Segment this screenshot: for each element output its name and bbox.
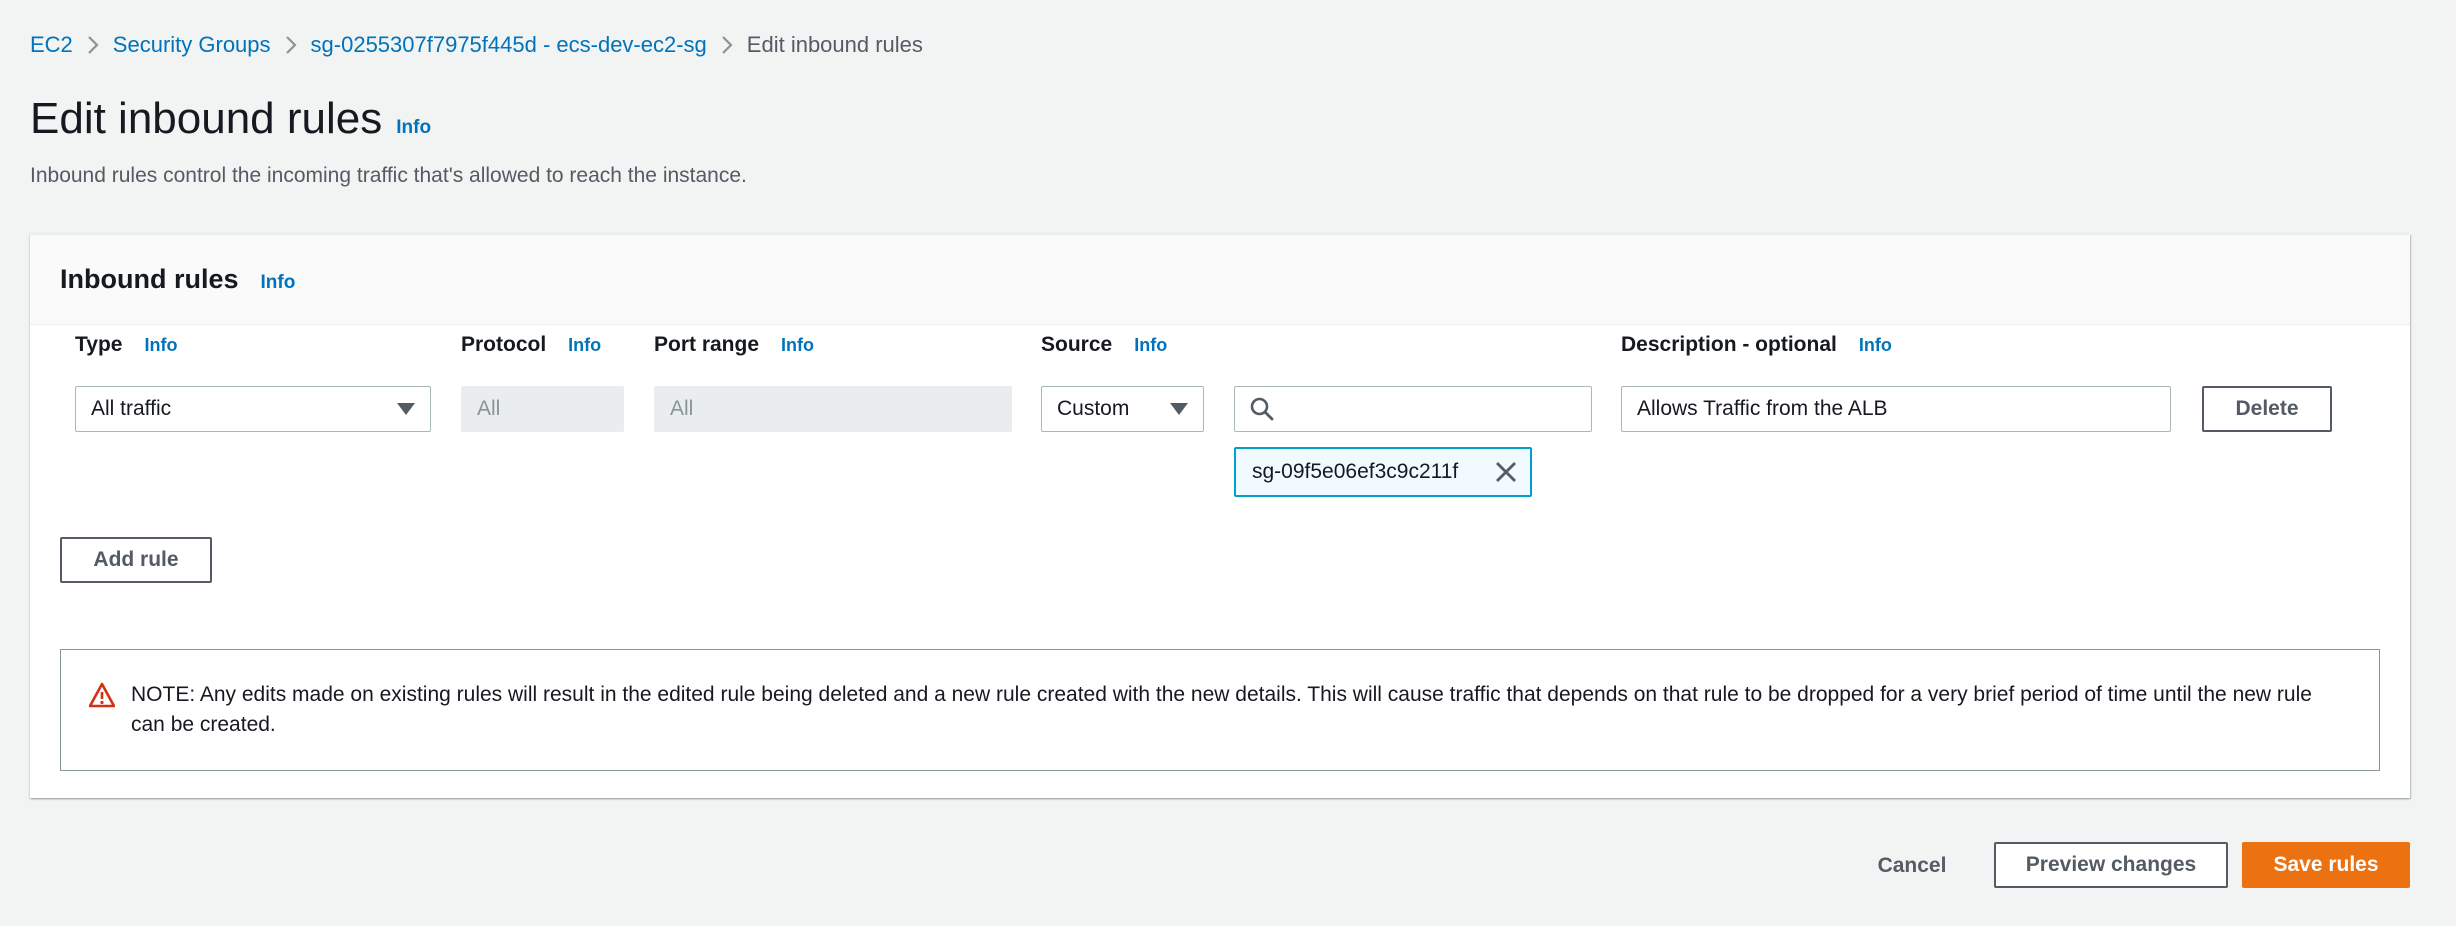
source-column-label: Source Info [1041,333,1168,356]
page-title: Edit inbound rules [30,94,383,143]
breadcrumb-security-group[interactable]: sg-0255307f7975f445d - ecs-dev-ec2-sg [311,30,707,60]
warning-note: NOTE: Any edits made on existing rules w… [60,649,2380,771]
warning-icon [88,682,116,708]
save-rules-button[interactable]: Save rules [2242,842,2410,888]
breadcrumb-ec2[interactable]: EC2 [30,30,73,60]
description-input[interactable]: Allows Traffic from the ALB [1621,386,2171,432]
port-range-column-label: Port range Info [654,333,815,356]
panel-info-link[interactable]: Info [261,272,296,294]
warning-note-text: NOTE: Any edits made on existing rules w… [131,683,2312,736]
breadcrumb-current: Edit inbound rules [746,32,923,57]
breadcrumb: EC2 Security Groups sg-0255307f7975f445d… [30,30,923,60]
panel-title: Inbound rules [60,264,239,294]
chevron-right-icon [271,30,311,60]
port-range-info-link[interactable]: Info [781,335,814,356]
caret-down-icon [397,403,415,415]
source-type-select[interactable]: Custom [1041,386,1204,432]
protocol-field: All [461,386,624,432]
protocol-info-link[interactable]: Info [568,335,601,356]
type-info-link[interactable]: Info [144,335,177,356]
page-description: Inbound rules control the incoming traff… [30,164,747,187]
protocol-column-label: Protocol Info [461,333,602,356]
type-column-label: Type Info [75,333,178,356]
add-rule-button[interactable]: Add rule [60,537,212,583]
type-select[interactable]: All traffic [75,386,431,432]
source-token-label: sg-09f5e06ef3c9c211f [1252,460,1459,483]
inbound-rules-panel: Inbound rules Info Type Info Protocol In… [30,234,2410,798]
port-range-field: All [654,386,1012,432]
caret-down-icon [1170,403,1188,415]
chevron-right-icon [707,30,747,60]
source-info-link[interactable]: Info [1134,335,1167,356]
page-header: Edit inbound rules Info [30,94,431,144]
description-column-label: Description - optional Info [1621,333,1892,356]
chevron-right-icon [73,30,113,60]
page-info-link[interactable]: Info [396,117,431,139]
preview-changes-button[interactable]: Preview changes [1994,842,2228,888]
source-search-input[interactable] [1234,386,1592,432]
search-icon [1249,396,1275,422]
source-token: sg-09f5e06ef3c9c211f [1234,447,1532,497]
delete-rule-button[interactable]: Delete [2202,386,2332,432]
cancel-button[interactable]: Cancel [1850,844,1974,888]
description-info-link[interactable]: Info [1859,335,1892,356]
panel-header: Inbound rules Info [30,235,2410,325]
breadcrumb-security-groups[interactable]: Security Groups [113,30,271,60]
close-icon[interactable] [1494,460,1518,484]
